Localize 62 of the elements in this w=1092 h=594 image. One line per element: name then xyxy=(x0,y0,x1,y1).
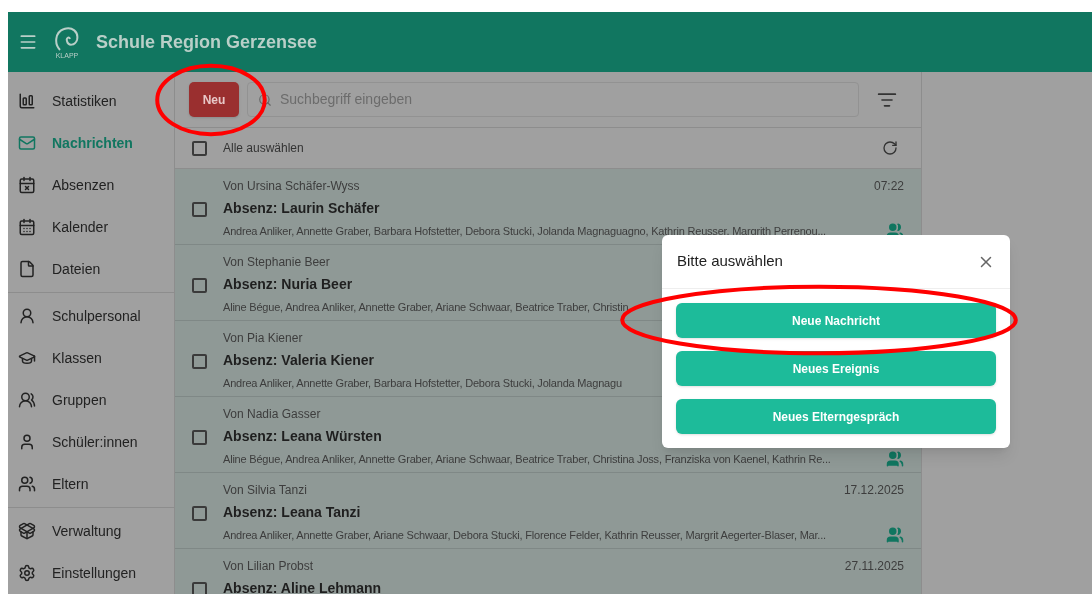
date-text: 17.12.2025 xyxy=(843,482,904,499)
person-icon xyxy=(18,433,36,451)
sender-text: Von Pia Kiener xyxy=(223,330,303,347)
checkbox[interactable] xyxy=(192,582,207,594)
date-text: 07:22 xyxy=(873,178,904,195)
subject-text: Absenz: Laurin Schäfer xyxy=(223,199,380,218)
people-icon xyxy=(18,475,36,493)
sidebar-item[interactable]: Verwaltung xyxy=(8,510,174,552)
dialog-title: Bitte auswählen xyxy=(677,251,783,272)
person-icon xyxy=(18,307,36,325)
subject-text: Absenz: Leana Würsten xyxy=(223,427,382,446)
checkbox[interactable] xyxy=(192,202,207,217)
mail-icon xyxy=(18,134,36,152)
chart-icon xyxy=(18,92,36,110)
subject-text: Absenz: Valeria Kiener xyxy=(223,351,374,370)
search-icon xyxy=(258,92,272,107)
sender-text: Von Ursina Schäfer-Wyss xyxy=(223,178,360,195)
message-row[interactable]: Von Ursina Schäfer-Wyss 07:22 Absenz: Laurin Schäfer Andrea Anliker, Annette Graber, Barbara Hofstetter, Debora Stucki, Jolanda Magnaguagno, Kathrin Reusser, Margrith Perrenou... xyxy=(175,169,921,245)
recipients-text: Andrea Anliker, Annette Graber, Barbara Hofstetter, Debora Stucki, Jolanda Magnagu xyxy=(223,375,622,391)
sidebar-item[interactable]: Klassen xyxy=(8,337,174,379)
subject-text: Absenz: Nuria Beer xyxy=(223,275,353,294)
sidebar-item[interactable]: Dateien xyxy=(8,248,174,290)
file-icon xyxy=(18,260,36,278)
new-button[interactable]: Neu xyxy=(189,82,239,117)
sender-text: Von Lilian Probst xyxy=(223,558,314,575)
checkbox[interactable] xyxy=(192,354,207,369)
sender-text: Von Stephanie Beer xyxy=(223,254,330,271)
sidebar-item[interactable]: Statistiken xyxy=(8,80,174,122)
recipients-text: Andrea Anliker, Annette Graber, Barbara Hofstetter, Debora Stucki, Jolanda Magnaguagno, Kathrin Reusser, Margrith Perrenou... xyxy=(223,223,826,239)
sidebar-item[interactable]: Einstellungen xyxy=(8,552,174,594)
box-icon xyxy=(18,522,36,540)
message-row[interactable]: Von Lilian Probst 27.11.2025 Absenz: Aline Lehmann xyxy=(175,549,921,594)
school-title: Schule Region Gerzensee xyxy=(96,30,318,54)
sidebar-item[interactable]: Schüler:innen xyxy=(8,421,174,463)
sender-text: Von Silvia Tanzi xyxy=(223,482,307,499)
select-all-label: Alle auswählen xyxy=(223,140,305,157)
recipients-text: Andrea Anliker, Annette Graber, Ariane Schwaar, Debora Stucki, Florence Felder, Kathrin Reusser, Margrit Aegerter-Blaser, Mar... xyxy=(223,527,826,543)
sidebar-item[interactable]: Gruppen xyxy=(8,379,174,421)
recipients-text: Aline Bégue, Andrea Anliker, Annette Graber, Ariane Schwaar, Beatrice Traber, Christin xyxy=(223,299,629,315)
graduation-cap-icon xyxy=(18,349,36,367)
calendar-icon xyxy=(18,218,36,236)
gear-icon xyxy=(18,564,36,582)
calendar-x-icon xyxy=(18,176,36,194)
menu-icon[interactable] xyxy=(18,32,38,52)
message-row[interactable]: Von Silvia Tanzi 17.12.2025 Absenz: Leana Tanzi Andrea Anliker, Annette Graber, Ariane Schwaar, Debora Stucki, Florence Felder, Kathrin Reusser, Margrit Aegerter-Blaser, Mar... xyxy=(175,473,921,549)
sidebar-item[interactable]: Absenzen xyxy=(8,164,174,206)
recipients-text: Aline Bégue, Andrea Anliker, Annette Graber, Ariane Schwaar, Beatrice Traber, Christina Joss, Franziska von Kaenel, Kathrin Re... xyxy=(223,451,831,467)
checkbox[interactable] xyxy=(192,506,207,521)
subject-text: Absenz: Leana Tanzi xyxy=(223,503,361,522)
sidebar-item[interactable]: Eltern xyxy=(8,463,174,505)
checkbox[interactable] xyxy=(192,140,207,156)
subject-text: Absenz: Aline Lehmann xyxy=(223,579,382,594)
refresh-icon[interactable] xyxy=(882,140,898,156)
date-text: 27.11.2025 xyxy=(844,558,904,575)
sidebar-item[interactable]: Schulpersonal xyxy=(8,295,174,337)
checkbox[interactable] xyxy=(192,278,207,293)
group-icon xyxy=(886,526,904,544)
sidebar-item[interactable]: Kalender xyxy=(8,206,174,248)
checkbox[interactable] xyxy=(192,430,207,445)
group-icon xyxy=(886,450,904,468)
sender-text: Von Nadia Gasser xyxy=(223,406,321,423)
group-icon xyxy=(18,391,36,409)
